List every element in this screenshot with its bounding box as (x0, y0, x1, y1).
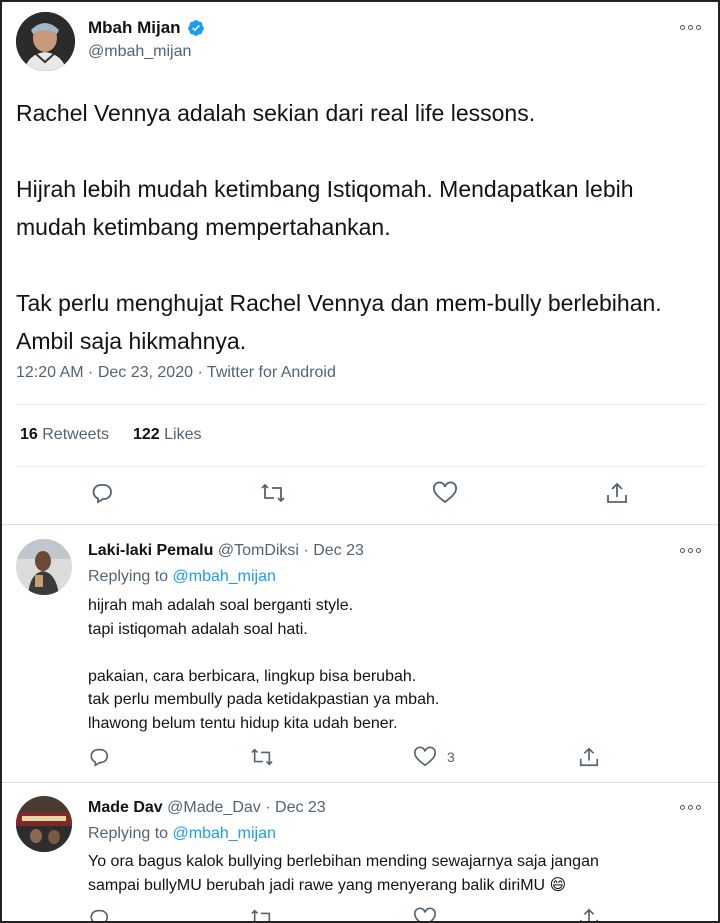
like-button[interactable]: 3 (413, 746, 455, 768)
reply-avatar[interactable] (16, 796, 72, 852)
like-icon (433, 481, 457, 504)
reply-author-handle[interactable]: @TomDiksi (218, 542, 299, 559)
tweet-paragraph: Tak perlu menghujat Rachel Vennya dan me… (16, 290, 662, 354)
tweet-timestamp[interactable]: 12:20 AM · Dec 23, 2020 · Twitter for An… (16, 364, 336, 382)
replying-to: Replying to @mbah_mijan (88, 825, 276, 843)
tweet-paragraph: Hijrah lebih mudah ketimbang Istiqomah. … (16, 176, 634, 240)
main-tweet-text: Rachel Vennya adalah sekian dari real li… (16, 94, 696, 398)
divider (2, 524, 718, 525)
reply-avatar[interactable] (16, 539, 72, 595)
reply-line: Yo ora bagus kalok bullying berlebihan m… (88, 853, 599, 870)
like-count: 3 (447, 749, 455, 765)
main-author-name[interactable]: Mbah Mijan (88, 18, 205, 38)
like-button[interactable] (432, 481, 458, 505)
retweets-count: 16 (20, 426, 38, 443)
tweet-stats: 16 Retweets 122 Likes (20, 426, 201, 444)
reply-date[interactable]: · Dec 23 (265, 799, 325, 816)
retweet-icon (251, 909, 271, 921)
reply-line: sampai bullyMU berubah jadi rawe yang me… (88, 876, 567, 894)
replying-to-prefix: Replying to (88, 825, 169, 842)
more-options-icon[interactable] (680, 545, 702, 555)
reply-header: Made Dav @Made_Dav · Dec 23 (88, 799, 326, 817)
reply-author-handle[interactable]: @Made_Dav (167, 799, 261, 816)
replying-to: Replying to @mbah_mijan (88, 568, 276, 586)
divider (2, 782, 718, 783)
more-options-icon[interactable] (680, 22, 702, 32)
replying-to-link[interactable]: @mbah_mijan (173, 568, 276, 585)
reply-button[interactable] (88, 746, 110, 768)
likes-label: Likes (164, 426, 202, 443)
main-author-name-text[interactable]: Mbah Mijan (88, 18, 181, 38)
share-button[interactable] (578, 746, 600, 768)
share-button[interactable] (605, 481, 629, 505)
share-icon (579, 908, 599, 921)
share-icon (579, 747, 599, 767)
tweet-paragraph: Rachel Vennya adalah sekian dari real li… (16, 100, 536, 126)
reply-icon (90, 909, 109, 921)
reply-line: lhawong belum tentu hidup kita udah bene… (88, 714, 398, 732)
reply-icon (90, 748, 109, 767)
like-icon (414, 746, 436, 767)
reply-line: pakaian, cara berbicara, lingkup bisa be… (88, 667, 417, 685)
retweets-stat[interactable]: 16 Retweets (20, 426, 109, 444)
retweet-button[interactable] (260, 481, 286, 505)
reply-text: Yo ora bagus kalok bullying berlebihan m… (88, 850, 708, 897)
reply-header: Laki-laki Pemalu @TomDiksi · Dec 23 (88, 542, 364, 560)
share-icon (607, 482, 627, 503)
verified-badge-icon (187, 20, 204, 36)
tweet-screenshot: Mbah Mijan @mbah_mijan Rachel Vennya ada… (0, 0, 720, 923)
retweet-icon (261, 483, 285, 503)
retweet-button[interactable] (250, 746, 274, 768)
share-button[interactable] (578, 907, 600, 921)
reply-icon (92, 484, 112, 504)
retweets-label: Retweets (42, 426, 109, 443)
divider (16, 404, 706, 405)
reply-date[interactable]: · Dec 23 (303, 542, 363, 559)
reply-line (88, 641, 688, 665)
reply-line: tak perlu membully pada ketidakpastian y… (88, 691, 440, 708)
reply-text: hijrah mah adalah soal berganti style. t… (88, 594, 688, 735)
reply-author-name[interactable]: Made Dav (88, 799, 163, 816)
retweet-icon (251, 748, 273, 766)
likes-count: 122 (132, 426, 160, 443)
likes-stat[interactable]: 122 Likes (133, 426, 202, 444)
reply-button[interactable] (90, 481, 114, 505)
retweet-button[interactable] (250, 907, 274, 921)
reply-line: hijrah mah adalah soal berganti style. (88, 597, 354, 614)
divider (16, 466, 706, 467)
more-options-icon[interactable] (680, 802, 702, 812)
replying-to-prefix: Replying to (88, 568, 169, 585)
main-author-handle[interactable]: @mbah_mijan (88, 43, 191, 61)
reply-author-name[interactable]: Laki-laki Pemalu (88, 542, 213, 559)
main-avatar[interactable] (16, 12, 75, 71)
like-icon (414, 907, 436, 921)
reply-button[interactable] (88, 907, 110, 921)
reply-line: tapi istiqomah adalah soal hati. (88, 620, 308, 638)
replying-to-link[interactable]: @mbah_mijan (173, 825, 276, 842)
like-button[interactable] (413, 907, 437, 921)
